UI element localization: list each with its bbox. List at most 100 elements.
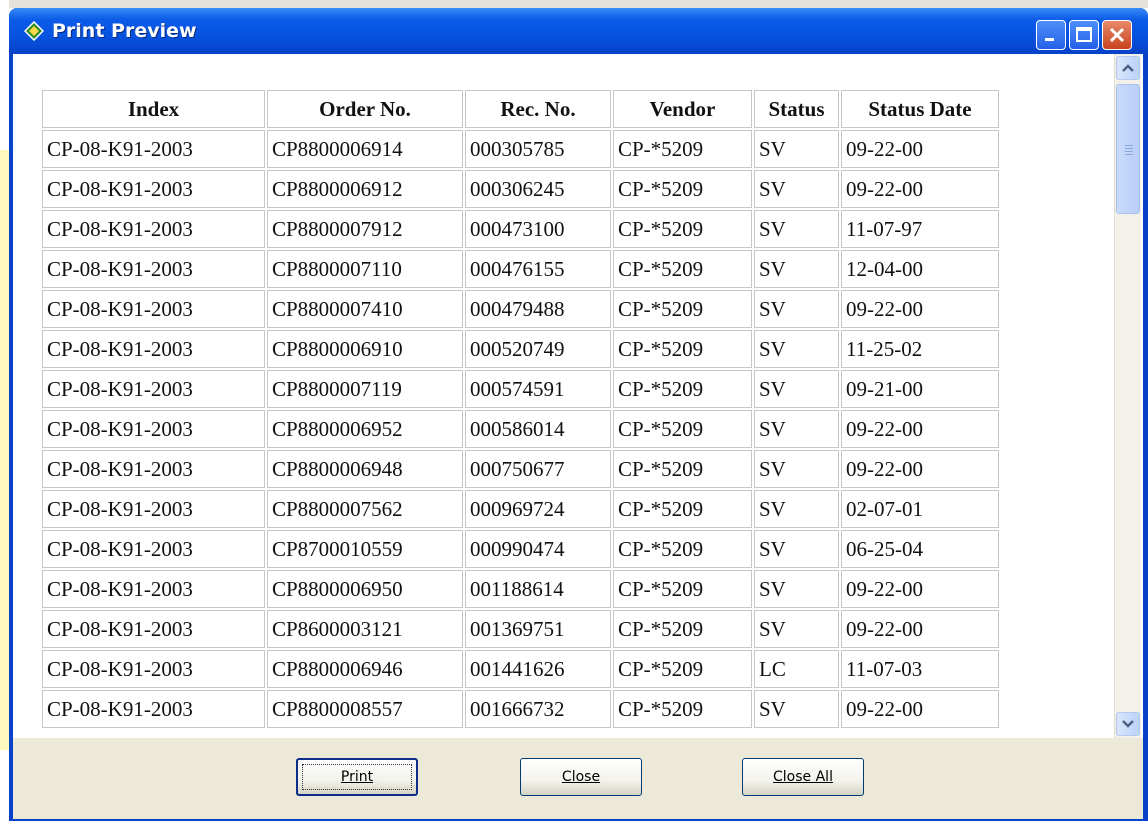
cell-vendor: CP-*5209 — [613, 410, 752, 448]
close-button[interactable]: Close — [520, 758, 642, 796]
cell-status: SV — [754, 450, 839, 488]
table-row: CP-08-K91-2003 CP8600003121 001369751 CP-*5… — [42, 610, 999, 648]
grip-line — [1125, 154, 1133, 155]
cell-vendor: CP-*5209 — [613, 290, 752, 328]
cell-status-date: 11-25-02 — [841, 330, 999, 368]
table-row: CP-08-K91-2003 CP8800006950 001188614 CP-*5… — [42, 570, 999, 608]
cell-status-date: 09-22-00 — [841, 410, 999, 448]
scroll-down-button[interactable] — [1116, 712, 1140, 736]
scroll-up-button[interactable] — [1116, 56, 1140, 80]
cell-index: CP-08-K91-2003 — [42, 130, 265, 168]
grip-line — [1125, 145, 1133, 146]
minimize-icon — [1045, 38, 1054, 41]
vertical-scrollbar[interactable] — [1114, 54, 1141, 738]
cell-status: SV — [754, 290, 839, 328]
preview-scroll-area[interactable]: Index Order No. Rec. No. Vendor Status S… — [13, 54, 1143, 738]
chevron-up-icon — [1122, 64, 1134, 72]
cell-vendor: CP-*5209 — [613, 530, 752, 568]
table-row: CP-08-K91-2003 CP8800007410 000479488 CP-*5… — [42, 290, 999, 328]
cell-rec-no: 000750677 — [465, 450, 611, 488]
cell-rec-no: 000969724 — [465, 490, 611, 528]
cell-index: CP-08-K91-2003 — [42, 610, 265, 648]
cell-vendor: CP-*5209 — [613, 130, 752, 168]
cell-vendor: CP-*5209 — [613, 330, 752, 368]
cell-vendor: CP-*5209 — [613, 570, 752, 608]
cell-order-no: CP8800007110 — [267, 250, 463, 288]
table-row: CP-08-K91-2003 CP8700010559 000990474 CP-*5… — [42, 530, 999, 568]
column-header-order-no: Order No. — [267, 90, 463, 128]
close-icon — [1109, 27, 1125, 43]
cell-rec-no: 000305785 — [465, 130, 611, 168]
grip-line — [1125, 148, 1133, 149]
cell-vendor: CP-*5209 — [613, 610, 752, 648]
cell-status: SV — [754, 170, 839, 208]
table-row: CP-08-K91-2003 CP8800007119 000574591 CP-*5… — [42, 370, 999, 408]
cell-status-date: 06-25-04 — [841, 530, 999, 568]
grip-line — [1125, 151, 1133, 152]
window-title: Print Preview — [52, 20, 197, 42]
maximize-icon — [1076, 27, 1092, 42]
cell-status-date: 09-22-00 — [841, 610, 999, 648]
cell-status: SV — [754, 330, 839, 368]
column-header-status: Status — [754, 90, 839, 128]
close-window-button[interactable] — [1102, 20, 1132, 50]
cell-index: CP-08-K91-2003 — [42, 210, 265, 248]
cell-rec-no: 001369751 — [465, 610, 611, 648]
chevron-down-icon — [1122, 720, 1134, 728]
cell-order-no: CP8600003121 — [267, 610, 463, 648]
cell-rec-no: 000574591 — [465, 370, 611, 408]
cell-order-no: CP8800006912 — [267, 170, 463, 208]
cell-order-no: CP8800006948 — [267, 450, 463, 488]
cell-vendor: CP-*5209 — [613, 170, 752, 208]
cell-status-date: 11-07-03 — [841, 650, 999, 688]
title-bar[interactable]: Print Preview — [9, 8, 1148, 54]
column-header-vendor: Vendor — [613, 90, 752, 128]
column-header-rec-no: Rec. No. — [465, 90, 611, 128]
close-all-button[interactable]: Close All — [742, 758, 864, 796]
cell-order-no: CP8800006946 — [267, 650, 463, 688]
cell-order-no: CP8700010559 — [267, 530, 463, 568]
background-app-strip — [0, 0, 1148, 8]
cell-status-date: 09-22-00 — [841, 690, 999, 728]
cell-index: CP-08-K91-2003 — [42, 490, 265, 528]
cell-status: SV — [754, 370, 839, 408]
cell-rec-no: 000520749 — [465, 330, 611, 368]
table-row: CP-08-K91-2003 CP8800006914 000305785 CP-*5… — [42, 130, 999, 168]
minimize-button[interactable] — [1036, 20, 1066, 50]
cell-order-no: CP8800006952 — [267, 410, 463, 448]
print-button[interactable]: Print — [296, 758, 418, 796]
cell-vendor: CP-*5209 — [613, 690, 752, 728]
cell-index: CP-08-K91-2003 — [42, 690, 265, 728]
print-preview-window: Print Preview Index Order No. Rec. No. V… — [9, 8, 1148, 821]
cell-order-no: CP8800007912 — [267, 210, 463, 248]
maximize-button[interactable] — [1069, 20, 1099, 50]
cell-vendor: CP-*5209 — [613, 250, 752, 288]
cell-index: CP-08-K91-2003 — [42, 410, 265, 448]
cell-rec-no: 000586014 — [465, 410, 611, 448]
cell-status: SV — [754, 530, 839, 568]
cell-rec-no: 000990474 — [465, 530, 611, 568]
column-header-index: Index — [42, 90, 265, 128]
scroll-thumb[interactable] — [1116, 84, 1140, 214]
cell-index: CP-08-K91-2003 — [42, 570, 265, 608]
cell-status-date: 09-22-00 — [841, 170, 999, 208]
cell-status-date: 02-07-01 — [841, 490, 999, 528]
cell-rec-no: 000473100 — [465, 210, 611, 248]
cell-order-no: CP8800007410 — [267, 290, 463, 328]
cell-order-no: CP8800007562 — [267, 490, 463, 528]
cell-status-date: 12-04-00 — [841, 250, 999, 288]
cell-rec-no: 001666732 — [465, 690, 611, 728]
cell-status-date: 09-21-00 — [841, 370, 999, 408]
cell-order-no: CP8800006914 — [267, 130, 463, 168]
cell-vendor: CP-*5209 — [613, 490, 752, 528]
cell-rec-no: 001188614 — [465, 570, 611, 608]
cell-status: LC — [754, 650, 839, 688]
cell-status: SV — [754, 690, 839, 728]
cell-order-no: CP8800008557 — [267, 690, 463, 728]
cell-rec-no: 000476155 — [465, 250, 611, 288]
app-diamond-icon — [24, 21, 44, 41]
cell-status-date: 09-22-00 — [841, 130, 999, 168]
cell-order-no: CP8800006910 — [267, 330, 463, 368]
cell-index: CP-08-K91-2003 — [42, 530, 265, 568]
background-app-panel — [0, 150, 9, 750]
